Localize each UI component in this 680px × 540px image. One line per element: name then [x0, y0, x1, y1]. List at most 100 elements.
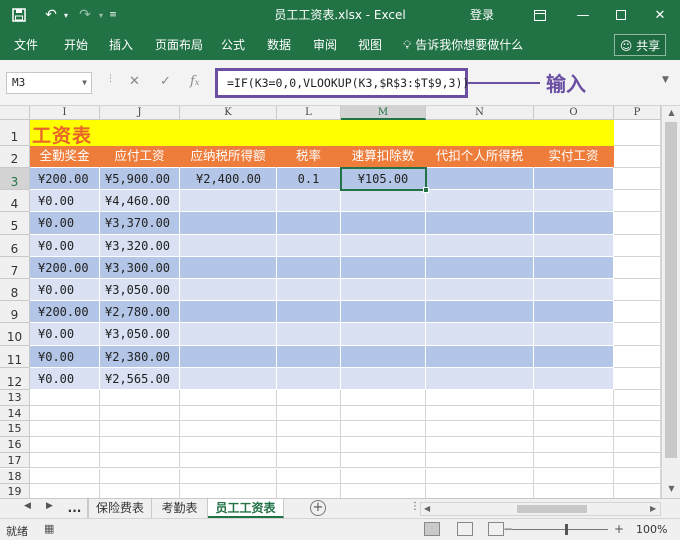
cell-bonus[interactable]: ¥200.00 — [30, 256, 100, 279]
sheet-title[interactable]: 工资表 — [32, 121, 92, 148]
cell[interactable] — [614, 120, 661, 146]
cell[interactable] — [277, 390, 341, 406]
cell-tax[interactable] — [426, 168, 534, 191]
tab-home[interactable]: 开始 — [64, 30, 88, 60]
cell-taxable[interactable] — [180, 256, 277, 279]
cell-rate[interactable] — [277, 212, 341, 235]
column-header-o[interactable]: O — [534, 106, 614, 120]
cell-rate[interactable]: 0.1 — [277, 168, 341, 191]
row-header[interactable]: 11 — [0, 345, 30, 368]
sheet-next-icon[interactable]: ▶ — [46, 501, 53, 511]
tab-file[interactable]: 文件 — [14, 30, 38, 60]
cell-taxable[interactable] — [180, 279, 277, 302]
login-link[interactable]: 登录 — [470, 0, 494, 30]
cell-net[interactable] — [534, 301, 614, 324]
column-header-k[interactable]: K — [180, 106, 277, 120]
cell[interactable] — [426, 421, 534, 438]
cell[interactable] — [614, 421, 661, 438]
cell[interactable] — [341, 390, 426, 406]
cell-net[interactable] — [534, 212, 614, 235]
cell[interactable] — [100, 421, 180, 438]
close-icon[interactable]: ✕ — [642, 0, 678, 30]
cell-tax[interactable] — [426, 345, 534, 368]
column-header-i[interactable]: I — [30, 106, 100, 120]
page-break-view-icon[interactable] — [488, 522, 504, 536]
column-header-m[interactable]: M — [341, 106, 426, 120]
cell[interactable] — [614, 345, 661, 368]
header-cell-net[interactable]: 实付工资 — [534, 146, 614, 168]
vertical-scroll-thumb[interactable] — [665, 122, 677, 458]
row-header[interactable]: 9 — [0, 301, 30, 324]
cell-rate[interactable] — [277, 367, 341, 390]
enter-check-icon[interactable]: ✓ — [160, 74, 171, 89]
cell-tax[interactable] — [426, 367, 534, 390]
undo-dropdown-icon[interactable]: ▾ — [60, 0, 72, 30]
cell-bonus[interactable]: ¥0.00 — [30, 190, 100, 213]
cell-net[interactable] — [534, 234, 614, 257]
cell[interactable] — [614, 390, 661, 406]
cell-payable[interactable]: ¥4,460.00 — [100, 190, 180, 213]
cell-tax[interactable] — [426, 234, 534, 257]
cell[interactable] — [534, 468, 614, 485]
sheet-tab-payroll[interactable]: 员工工资表 — [208, 499, 284, 518]
cell[interactable] — [100, 437, 180, 453]
cell[interactable] — [614, 405, 661, 422]
cell[interactable] — [100, 390, 180, 406]
cell[interactable] — [180, 405, 277, 422]
zoom-in-icon[interactable]: + — [614, 522, 624, 536]
cell-taxable[interactable] — [180, 345, 277, 368]
horizontal-scroll-thumb[interactable] — [517, 505, 587, 513]
cell[interactable] — [341, 468, 426, 485]
select-all-corner[interactable] — [0, 106, 30, 120]
scroll-left-icon[interactable]: ◀ — [424, 504, 430, 513]
cell-bonus[interactable]: ¥200.00 — [30, 168, 100, 191]
expand-formula-icon[interactable]: ▼ — [662, 75, 669, 85]
worksheet-grid[interactable]: I J K L M N O P 1 工资表 2 全勤奖金 应付工资 应纳税所得额… — [0, 106, 680, 500]
tab-data[interactable]: 数据 — [267, 30, 291, 60]
cell[interactable] — [100, 468, 180, 485]
row-header[interactable]: 13 — [0, 390, 30, 406]
cell-net[interactable] — [534, 279, 614, 302]
cell-payable[interactable]: ¥2,565.00 — [100, 367, 180, 390]
header-cell-payable[interactable]: 应付工资 — [100, 146, 180, 168]
cell[interactable] — [277, 452, 341, 469]
cell[interactable] — [30, 405, 100, 422]
row-header[interactable]: 15 — [0, 421, 30, 438]
cell-net[interactable] — [534, 190, 614, 213]
column-header-l[interactable]: L — [277, 106, 341, 120]
cell[interactable] — [534, 421, 614, 438]
row-header[interactable]: 16 — [0, 437, 30, 453]
cell-payable[interactable]: ¥3,050.00 — [100, 279, 180, 302]
cell[interactable] — [277, 437, 341, 453]
cell-bonus[interactable]: ¥0.00 — [30, 367, 100, 390]
cell-payable[interactable]: ¥3,320.00 — [100, 234, 180, 257]
cell-bonus[interactable]: ¥0.00 — [30, 279, 100, 302]
insert-function-icon[interactable]: fx — [190, 74, 199, 89]
tab-insert[interactable]: 插入 — [109, 30, 133, 60]
cell-net[interactable] — [534, 168, 614, 191]
row-header[interactable]: 12 — [0, 367, 30, 390]
cell-tax[interactable] — [426, 212, 534, 235]
scroll-right-icon[interactable]: ▶ — [650, 504, 656, 513]
cell[interactable] — [426, 405, 534, 422]
cell[interactable] — [180, 437, 277, 453]
cell-rate[interactable] — [277, 323, 341, 346]
column-header-j[interactable]: J — [100, 106, 180, 120]
header-cell-rate[interactable]: 税率 — [277, 146, 341, 168]
cell[interactable] — [614, 323, 661, 346]
row-header[interactable]: 4 — [0, 190, 30, 213]
cell[interactable] — [341, 405, 426, 422]
tab-page-layout[interactable]: 页面布局 — [155, 30, 203, 60]
cell[interactable] — [180, 452, 277, 469]
zoom-level[interactable]: 100% — [636, 523, 667, 536]
row-header[interactable]: 5 — [0, 212, 30, 235]
cell-taxable[interactable]: ¥2,400.00 — [180, 168, 277, 191]
cell-taxable[interactable] — [180, 367, 277, 390]
add-sheet-icon[interactable]: + — [310, 500, 326, 516]
cell[interactable] — [100, 405, 180, 422]
minimize-icon[interactable]: — — [565, 0, 601, 30]
cell-deduction[interactable] — [341, 256, 426, 279]
row-header[interactable]: 18 — [0, 468, 30, 485]
cell-rate[interactable] — [277, 234, 341, 257]
cell-bonus[interactable]: ¥0.00 — [30, 345, 100, 368]
